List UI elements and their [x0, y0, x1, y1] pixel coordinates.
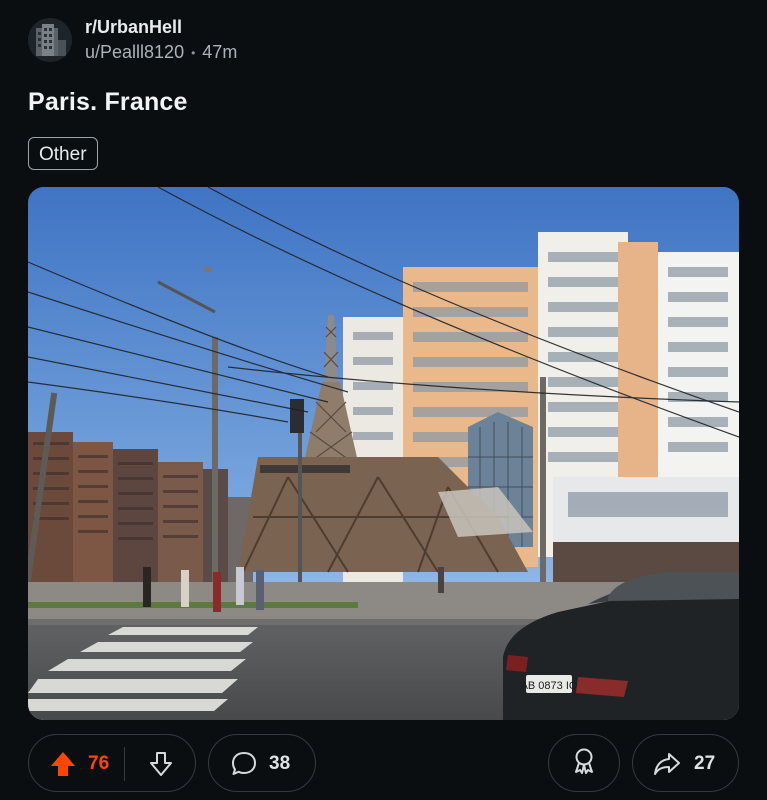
- upvote-arrow-icon[interactable]: [49, 750, 77, 783]
- separator-dot: •: [191, 45, 196, 60]
- share-arrow-icon: [653, 751, 681, 782]
- subreddit-name[interactable]: r/UrbanHell: [85, 17, 237, 38]
- post-age: 47m: [202, 42, 238, 62]
- vote-divider: [124, 747, 125, 781]
- post-header: r/UrbanHell u/Pealll8120 • 47m: [28, 16, 237, 63]
- post-title[interactable]: Paris. France: [28, 88, 188, 117]
- comment-bubble-icon: [231, 751, 257, 782]
- comment-count: 38: [269, 753, 291, 774]
- share-count: 27: [694, 753, 716, 774]
- share-button[interactable]: 27: [632, 734, 739, 792]
- award-button[interactable]: [548, 734, 620, 792]
- license-plate-text: AB 0873 IO: [521, 680, 578, 692]
- downvote-arrow-icon[interactable]: [147, 750, 175, 783]
- post-action-bar: 76 38 27: [28, 734, 739, 792]
- comments-button[interactable]: 38: [208, 734, 316, 792]
- award-icon: [571, 747, 597, 780]
- vote-control: 76: [28, 734, 196, 792]
- subreddit-avatar[interactable]: [28, 18, 72, 62]
- post-flair[interactable]: Other: [28, 137, 98, 170]
- post-image[interactable]: AB 0873 IO: [28, 187, 739, 720]
- upvote-count: 76: [88, 753, 110, 774]
- username[interactable]: u/Pealll8120: [85, 42, 184, 63]
